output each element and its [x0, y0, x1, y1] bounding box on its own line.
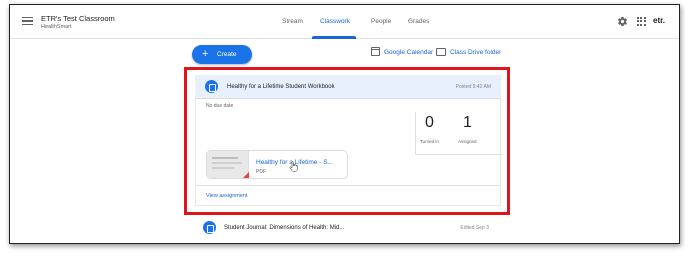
attachment-type: PDF [256, 169, 266, 175]
turned-in-label: Turned in [420, 139, 439, 144]
stats-bottom-rule [415, 154, 502, 155]
class-drive-folder-link[interactable]: Class Drive folder [450, 49, 501, 56]
attachment-thumbnail [207, 151, 249, 178]
tab-classwork[interactable]: Classwork [320, 18, 350, 25]
assigned-count[interactable]: 1 [463, 114, 472, 132]
assignment-header[interactable]: Healthy for a Lifetime Student Workbook … [195, 75, 501, 99]
settings-gear-icon[interactable] [617, 16, 628, 27]
tab-grades[interactable]: Grades [408, 18, 429, 25]
pdf-icon [241, 172, 249, 178]
assignment-icon [205, 80, 218, 93]
tab-stream[interactable]: Stream [282, 18, 303, 25]
assignment-title[interactable]: Healthy for a Lifetime Student Workbook [227, 84, 335, 90]
next-assignment-row[interactable]: Student Journal: Dimensions of Health: M… [192, 219, 502, 241]
classroom-window: ETR's Test Classroom HealthSmart Stream … [9, 4, 680, 244]
plus-icon: + [202, 48, 209, 60]
next-assignment-edited: Edited Sep 3 [460, 225, 489, 231]
view-assignment-link[interactable]: View assignment [206, 193, 247, 199]
highlighted-assignment-card: Healthy for a Lifetime Student Workbook … [184, 67, 510, 215]
tab-people[interactable]: People [371, 18, 391, 25]
assigned-label: Assigned [458, 139, 477, 144]
account-logo[interactable]: etr. [653, 16, 665, 25]
assignment-footer: View assignment [195, 185, 501, 206]
create-button-label: Create [217, 51, 237, 58]
folder-icon [436, 48, 446, 56]
class-subtitle: HealthSmart [41, 24, 72, 30]
posted-time: Posted 9:42 AM [455, 84, 491, 90]
next-assignment-title[interactable]: Student Journal: Dimensions of Health: M… [224, 225, 344, 231]
active-tab-indicator [312, 36, 356, 39]
top-app-bar: ETR's Test Classroom HealthSmart Stream … [10, 5, 679, 39]
due-date: No due date [206, 103, 234, 109]
calendar-icon [371, 47, 380, 56]
hand-cursor-icon [289, 161, 298, 172]
apps-grid-icon[interactable] [637, 17, 646, 26]
turned-in-count[interactable]: 0 [425, 114, 434, 132]
google-calendar-link[interactable]: Google Calendar [384, 49, 433, 56]
menu-icon[interactable] [22, 17, 33, 26]
class-title[interactable]: ETR's Test Classroom [41, 14, 115, 23]
attachment-card[interactable]: Healthy for a Lifetime - S... PDF [206, 150, 348, 179]
stats-divider [415, 112, 416, 154]
assignment-icon [203, 221, 216, 234]
create-button[interactable]: + Create [192, 45, 252, 64]
